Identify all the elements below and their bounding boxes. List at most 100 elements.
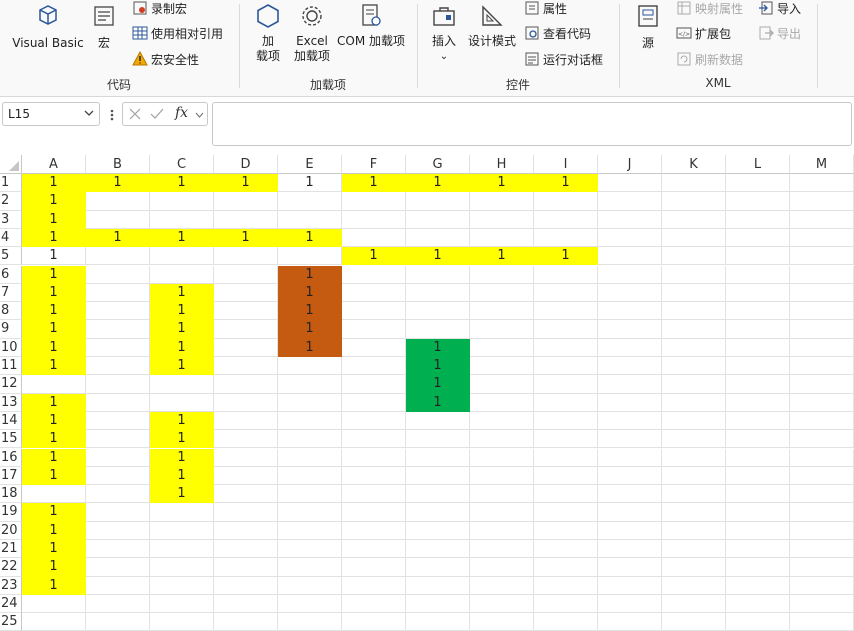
grid-cell[interactable] (790, 265, 854, 284)
grid-cell[interactable] (86, 265, 150, 284)
grid-cell[interactable] (342, 320, 406, 339)
grid-cell[interactable] (86, 503, 150, 522)
data-cell[interactable]: 1 (150, 485, 214, 504)
grid-cell[interactable] (598, 338, 662, 357)
grid-cell[interactable] (662, 540, 726, 559)
grid-cell[interactable] (534, 558, 598, 577)
grid-cell[interactable] (790, 338, 854, 357)
grid-cell[interactable] (726, 485, 790, 504)
addins-button[interactable]: 加 载项 (252, 2, 284, 64)
grid-cell[interactable] (470, 466, 534, 486)
data-cell[interactable]: 1 (278, 174, 342, 193)
data-cell[interactable]: 1 (22, 503, 86, 522)
grid-cell[interactable] (406, 411, 470, 431)
grid-cell[interactable] (342, 375, 406, 394)
grid-cell[interactable] (406, 558, 470, 577)
data-cell[interactable]: 1 (278, 228, 342, 248)
data-cell[interactable]: 1 (22, 411, 86, 431)
grid-cell[interactable] (726, 338, 790, 357)
grid-cell[interactable] (342, 283, 406, 303)
grid-cell[interactable] (598, 448, 662, 467)
row-header[interactable]: 4 (0, 228, 22, 248)
grid-cell[interactable] (598, 466, 662, 486)
grid-cell[interactable] (406, 228, 470, 248)
grid-cell[interactable] (790, 613, 854, 631)
grid-cell[interactable] (470, 265, 534, 284)
grid-cell[interactable] (470, 613, 534, 631)
grid-cell[interactable] (726, 192, 790, 211)
grid-cell[interactable] (598, 228, 662, 248)
column-header[interactable]: E (278, 155, 342, 174)
grid-cell[interactable] (470, 192, 534, 211)
grid-cell[interactable] (150, 521, 214, 540)
grid-cell[interactable] (86, 320, 150, 339)
grid-cell[interactable] (342, 558, 406, 577)
grid-cell[interactable] (790, 594, 854, 614)
grid-cell[interactable] (342, 430, 406, 449)
grid-cell[interactable] (662, 448, 726, 467)
grid-cell[interactable] (790, 411, 854, 431)
grid-cell[interactable] (278, 375, 342, 394)
grid-cell[interactable] (662, 210, 726, 229)
grid-cell[interactable] (790, 576, 854, 595)
grid-cell[interactable] (214, 265, 278, 284)
grid-cell[interactable] (470, 576, 534, 595)
grid-cell[interactable] (342, 393, 406, 412)
grid-cell[interactable] (150, 375, 214, 394)
grid-cell[interactable] (342, 485, 406, 504)
data-cell[interactable]: 1 (406, 393, 470, 412)
data-cell[interactable]: 1 (22, 247, 86, 266)
data-cell[interactable]: 1 (406, 174, 470, 193)
grid-cell[interactable] (534, 485, 598, 504)
row-header[interactable]: 9 (0, 320, 22, 339)
data-cell[interactable]: 1 (22, 302, 86, 321)
grid-cell[interactable] (534, 283, 598, 303)
grid-cell[interactable] (534, 521, 598, 540)
grid-cell[interactable] (342, 338, 406, 357)
row-header[interactable]: 1 (0, 174, 22, 193)
grid-cell[interactable] (726, 174, 790, 193)
grid-cell[interactable] (598, 393, 662, 412)
grid-cell[interactable] (726, 540, 790, 559)
grid-cell[interactable] (598, 558, 662, 577)
grid-cell[interactable] (406, 302, 470, 321)
grid-cell[interactable] (662, 338, 726, 357)
formula-input[interactable] (212, 102, 852, 146)
grid-cell[interactable] (662, 174, 726, 193)
grid-cell[interactable] (598, 265, 662, 284)
confirm-icon[interactable] (150, 108, 164, 120)
data-cell[interactable]: 1 (150, 448, 214, 467)
grid-cell[interactable] (534, 411, 598, 431)
data-cell[interactable]: 1 (534, 174, 598, 193)
grid-cell[interactable] (726, 283, 790, 303)
data-cell[interactable]: 1 (214, 174, 278, 193)
grid-cell[interactable] (470, 393, 534, 412)
data-cell[interactable]: 1 (534, 247, 598, 266)
data-cell[interactable]: 1 (22, 540, 86, 559)
column-header[interactable]: B (86, 155, 150, 174)
grid-cell[interactable] (470, 430, 534, 449)
grid-cell[interactable] (534, 540, 598, 559)
grid-cell[interactable] (150, 210, 214, 229)
column-header[interactable]: A (22, 155, 86, 174)
grid-cell[interactable] (790, 375, 854, 394)
data-cell[interactable]: 1 (406, 247, 470, 266)
column-header[interactable]: D (214, 155, 278, 174)
grid-cell[interactable] (86, 430, 150, 449)
xml-export-button[interactable]: 导出 (758, 25, 801, 43)
grid-cell[interactable] (86, 357, 150, 376)
grid-cell[interactable] (598, 375, 662, 394)
grid-cell[interactable] (342, 192, 406, 211)
grid-cell[interactable] (534, 503, 598, 522)
grid-cell[interactable] (534, 357, 598, 376)
grid-cell[interactable] (22, 594, 86, 614)
data-cell[interactable]: 1 (406, 375, 470, 394)
grid-cell[interactable] (598, 357, 662, 376)
grid-cell[interactable] (662, 558, 726, 577)
grid-cell[interactable] (278, 540, 342, 559)
row-header[interactable]: 19 (0, 503, 22, 522)
grid-cell[interactable] (534, 393, 598, 412)
cancel-icon[interactable] (129, 108, 141, 120)
grid-cell[interactable] (214, 302, 278, 321)
grid-cell[interactable] (726, 430, 790, 449)
